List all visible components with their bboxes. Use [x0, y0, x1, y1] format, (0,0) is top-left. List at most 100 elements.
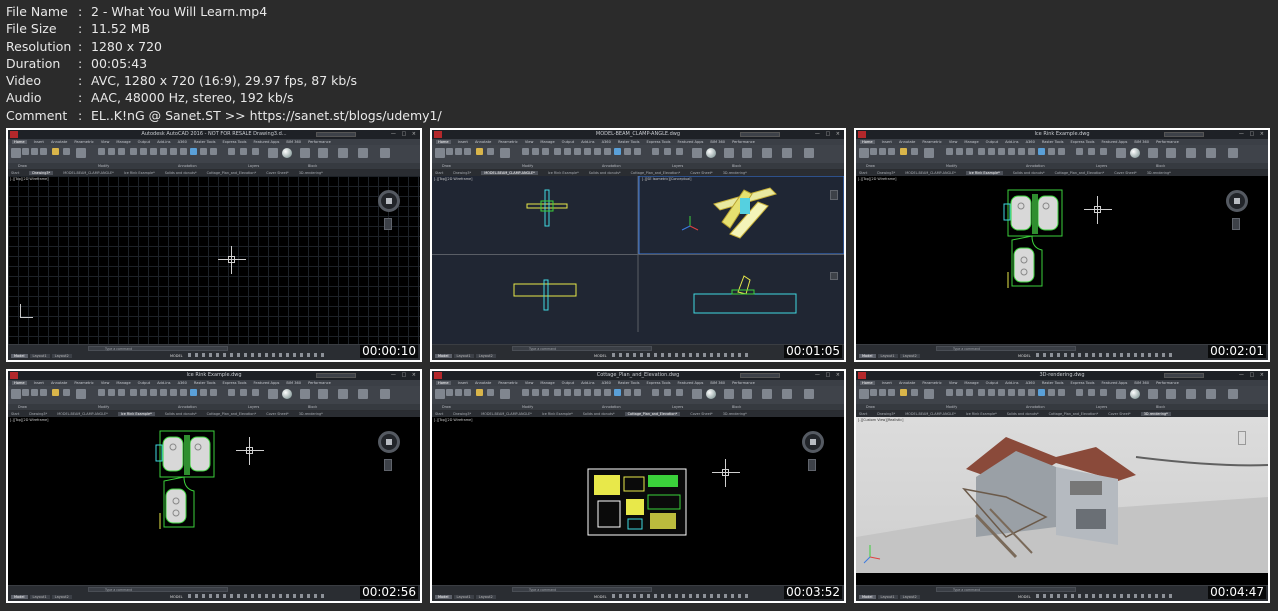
- ribbon-tool-icon: [11, 148, 21, 158]
- command-placeholder: Type a command: [529, 588, 557, 592]
- file-info-value: 00:05:43: [91, 55, 148, 71]
- file-info-key: Comment: [6, 107, 68, 123]
- file-tab: 3D-rendering*: [298, 171, 323, 175]
- file-info-separator: :: [78, 38, 83, 54]
- ribbon-tool-icon: [76, 389, 86, 399]
- ribbon-tool-icon: [200, 148, 207, 155]
- file-info-value: 11.52 MB: [91, 21, 151, 37]
- ribbon-tab: Home: [12, 381, 27, 385]
- ribbon-tool-icon: [664, 389, 671, 396]
- file-tab: 3D-rendering*: [722, 171, 747, 175]
- search-box: [316, 373, 356, 378]
- ribbon-tool-icon: [1048, 389, 1055, 396]
- ribbon-tab: View: [524, 381, 534, 385]
- file-tab: Drawing3*: [29, 171, 54, 175]
- ribbon-tab: Output: [137, 140, 151, 144]
- ribbon-tool-icon: [130, 389, 137, 396]
- ribbon-tab: Output: [561, 140, 575, 144]
- ribbon-tab: Annotate: [474, 381, 492, 385]
- ribbon-tool-icon: [1038, 389, 1045, 396]
- ribbon-panel-label: Block: [732, 164, 742, 168]
- ribbon-tab: Express Tools: [222, 140, 247, 144]
- ribbon-panel-label: Block: [308, 164, 318, 168]
- search-box: [1164, 373, 1204, 378]
- timestamp: 00:03:52: [784, 585, 842, 599]
- ribbon-tool-icon: [692, 148, 702, 158]
- search-box: [740, 373, 780, 378]
- ribbon-tool-icon: [487, 389, 494, 396]
- status-icons: [612, 353, 752, 357]
- ribbon: Draw Modify Annotation Layers Block: [432, 145, 844, 170]
- command-placeholder: Type a command: [105, 347, 133, 351]
- file-tab: Cover Sheet*: [1108, 412, 1131, 416]
- layout-tab: Model: [859, 595, 876, 599]
- file-info-separator: :: [78, 73, 83, 89]
- window-controls-icon: — □ ×: [814, 372, 842, 378]
- file-tab: Cover Sheet*: [690, 171, 713, 175]
- ribbon-tool-icon: [604, 148, 611, 155]
- file-tab: Drawing3*: [877, 171, 896, 175]
- ribbon-panel-label: Block: [1156, 405, 1166, 409]
- search-box: [740, 132, 780, 137]
- model-space-label: MODEL: [1018, 354, 1031, 358]
- ribbon-panel-label: Annotation: [1026, 164, 1045, 168]
- file-tab: Solids and donuts*: [164, 171, 197, 175]
- model-space-label: MODEL: [594, 595, 607, 599]
- file-tab: Start: [11, 412, 20, 416]
- ribbon-tool-icon: [268, 148, 278, 158]
- ribbon-panel-label: Draw: [442, 164, 451, 168]
- ribbon-tool-icon: [542, 389, 549, 396]
- ribbon-tool-icon: [624, 148, 631, 155]
- timestamp: 00:02:56: [360, 585, 418, 599]
- ribbon-panel-label: Block: [308, 405, 318, 409]
- file-tab: MODEL-BEAM_CLAMP-ANGLE*: [905, 412, 956, 416]
- ribbon-tool-icon: [338, 148, 348, 158]
- layout-tabs: Model Layout1 Layout2: [11, 354, 74, 358]
- file-info-value: 1280 x 720: [91, 38, 163, 54]
- ribbon-tab: Manage: [964, 381, 979, 385]
- ribbon-tab: Home: [860, 140, 875, 144]
- video-thumbnail: Ice Rink Example.dwg — □ × Home Insert Annot…: [6, 369, 422, 603]
- ribbon-tool-icon: [634, 389, 641, 396]
- status-icons: [188, 353, 328, 357]
- ribbon-tab: Performance: [732, 381, 755, 385]
- title-bar: Cottage_Plan_and_Elevation.dwg — □ ×: [432, 371, 844, 380]
- ribbon-panel-label: Modify: [946, 164, 958, 168]
- ribbon-panel-label: Annotation: [178, 405, 197, 409]
- ribbon-tool-icon: [946, 148, 953, 155]
- ribbon-tool-icon: [522, 389, 529, 396]
- ribbon-tool-icon: [782, 389, 792, 399]
- ribbon-tab: BIM 360: [1134, 381, 1150, 385]
- ribbon-tool-icon: [476, 389, 483, 396]
- ribbon-tool-icon: [1076, 389, 1083, 396]
- ribbon-tool-icon: [380, 148, 390, 158]
- video-thumbnail: MODEL-BEAM_CLAMP-ANGLE.dwg — □ × Home Inser…: [430, 128, 846, 362]
- ribbon-tab: BIM 360: [710, 140, 726, 144]
- viewport-label: [-][Top][2D Wireframe]: [10, 177, 49, 181]
- ribbon-tab: Parametric: [922, 140, 942, 144]
- file-tab: MODEL-BEAM_CLAMP-ANGLE*: [905, 171, 956, 175]
- ribbon-tab: Home: [860, 381, 875, 385]
- file-tab: MODEL-BEAM_CLAMP-ANGLE*: [63, 171, 114, 175]
- ribbon-tool-icon: [282, 148, 292, 158]
- ribbon-tab: Parametric: [498, 140, 518, 144]
- video-thumbnail: Autodesk AutoCAD 2016 - NOT FOR RESALE D…: [6, 128, 422, 362]
- ribbon-tool-icon: [446, 389, 453, 396]
- file-tab: 3D-rendering*: [722, 412, 747, 416]
- ribbon-tool-icon: [435, 389, 445, 399]
- ribbon-tool-icon: [1008, 148, 1015, 155]
- ribbon-panels: Draw Modify Annotation Layers Block: [432, 163, 844, 169]
- viewport-label: [-][SE Isometric][Conceptual]: [642, 177, 692, 181]
- ribbon-tool-icon: [692, 389, 702, 399]
- command-line: Type a command: [936, 346, 1076, 351]
- layout-tab: Layout2: [475, 595, 496, 599]
- ribbon-tab: Insert: [457, 140, 468, 144]
- viewport-label: [-][Custom View][Realistic]: [858, 418, 904, 422]
- file-info-separator: :: [78, 55, 83, 71]
- ribbon-tool-icon: [614, 389, 621, 396]
- ribbon-tab: Insert: [33, 140, 44, 144]
- ribbon-panels: Draw Modify Annotation Layers Block: [8, 163, 420, 169]
- ribbon-tool-icon: [108, 389, 115, 396]
- ribbon-tool-icon: [52, 148, 59, 155]
- model-space-label: MODEL: [170, 595, 183, 599]
